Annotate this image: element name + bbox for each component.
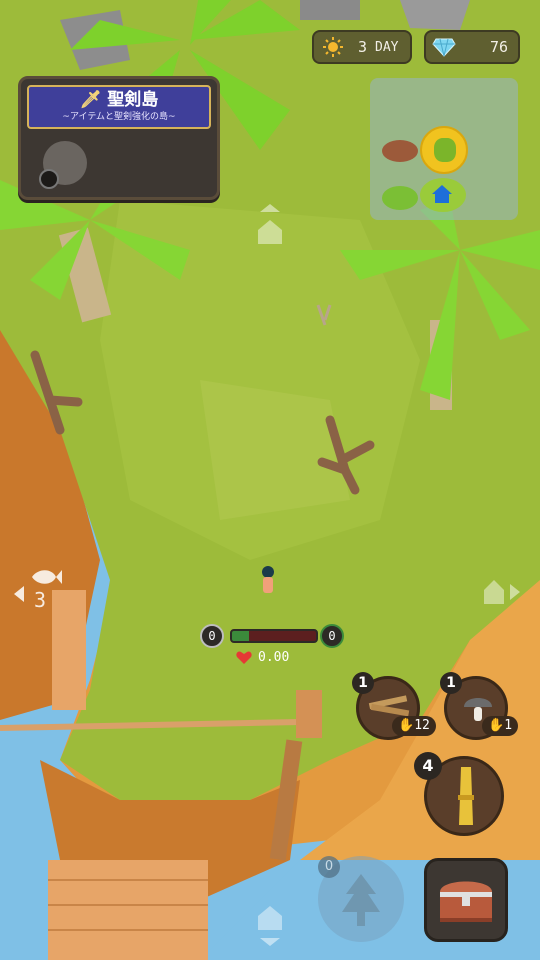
island-name: 聖剣島 <box>107 90 159 110</box>
wheat-bundle-icon <box>458 767 474 825</box>
treasure-chest-button[interactable] <box>424 858 508 942</box>
tree-icon <box>342 874 380 926</box>
left-nav-count: 3 <box>34 588 47 612</box>
island-info-card[interactable]: 🗡 聖剣島 ~アイテムと聖剣強化の島~ <box>18 76 220 200</box>
minimap-nest-icon[interactable] <box>382 140 418 162</box>
island-banner: 🗡 聖剣島 ~アイテムと聖剣強化の島~ <box>27 85 211 129</box>
fish-icon <box>32 570 62 584</box>
hand-icon-2: ✋ <box>488 718 505 733</box>
player-status: 0 0 0.00 <box>200 624 344 672</box>
gem-count: 76 <box>489 38 508 56</box>
day-unit: DAY <box>375 39 399 55</box>
mushroom-count: 1 <box>504 718 513 733</box>
home-icon <box>432 185 452 203</box>
island-subtitle: ~アイテムと聖剣強化の島~ <box>62 112 176 122</box>
level-left-badge: 0 <box>200 624 224 648</box>
minimap-island-left[interactable] <box>382 186 418 210</box>
moon-icon <box>39 169 59 189</box>
minimap[interactable] <box>370 78 518 220</box>
diamond-icon <box>432 38 456 57</box>
heart-icon <box>236 650 252 664</box>
mushroom-slot-count: ✋1 <box>482 716 519 736</box>
tree-action-badge: 0 <box>318 856 340 878</box>
tree-action-button[interactable]: 0 <box>318 856 404 942</box>
heart-stat: 0.00 <box>236 650 289 665</box>
wood-slot-badge: 1 <box>352 672 374 694</box>
arrow-left-icon <box>14 586 24 602</box>
hp-bar <box>230 629 318 643</box>
hp-bar-fill <box>232 631 249 641</box>
hand-icon: ✋ <box>398 718 415 733</box>
wood-slot-count: ✋12 <box>392 716 436 736</box>
sword-icon: 🗡 <box>79 90 102 110</box>
gem-counter[interactable]: 76 <box>424 30 520 64</box>
minimap-current-island[interactable] <box>420 126 468 174</box>
wood-count: 12 <box>414 718 430 733</box>
level-right-badge: 0 <box>320 624 344 648</box>
heart-value: 0.00 <box>258 650 290 665</box>
left-island-nav[interactable]: 3 <box>14 566 64 616</box>
day-counter: 3 DAY <box>312 30 412 64</box>
minimap-home-island[interactable] <box>420 178 466 212</box>
day-value: 3 <box>358 38 368 56</box>
mushroom-slot-badge: 1 <box>440 672 462 694</box>
treasure-chest-icon <box>440 881 492 922</box>
sun-icon <box>323 37 343 57</box>
wheat-slot-badge: 4 <box>414 752 442 780</box>
